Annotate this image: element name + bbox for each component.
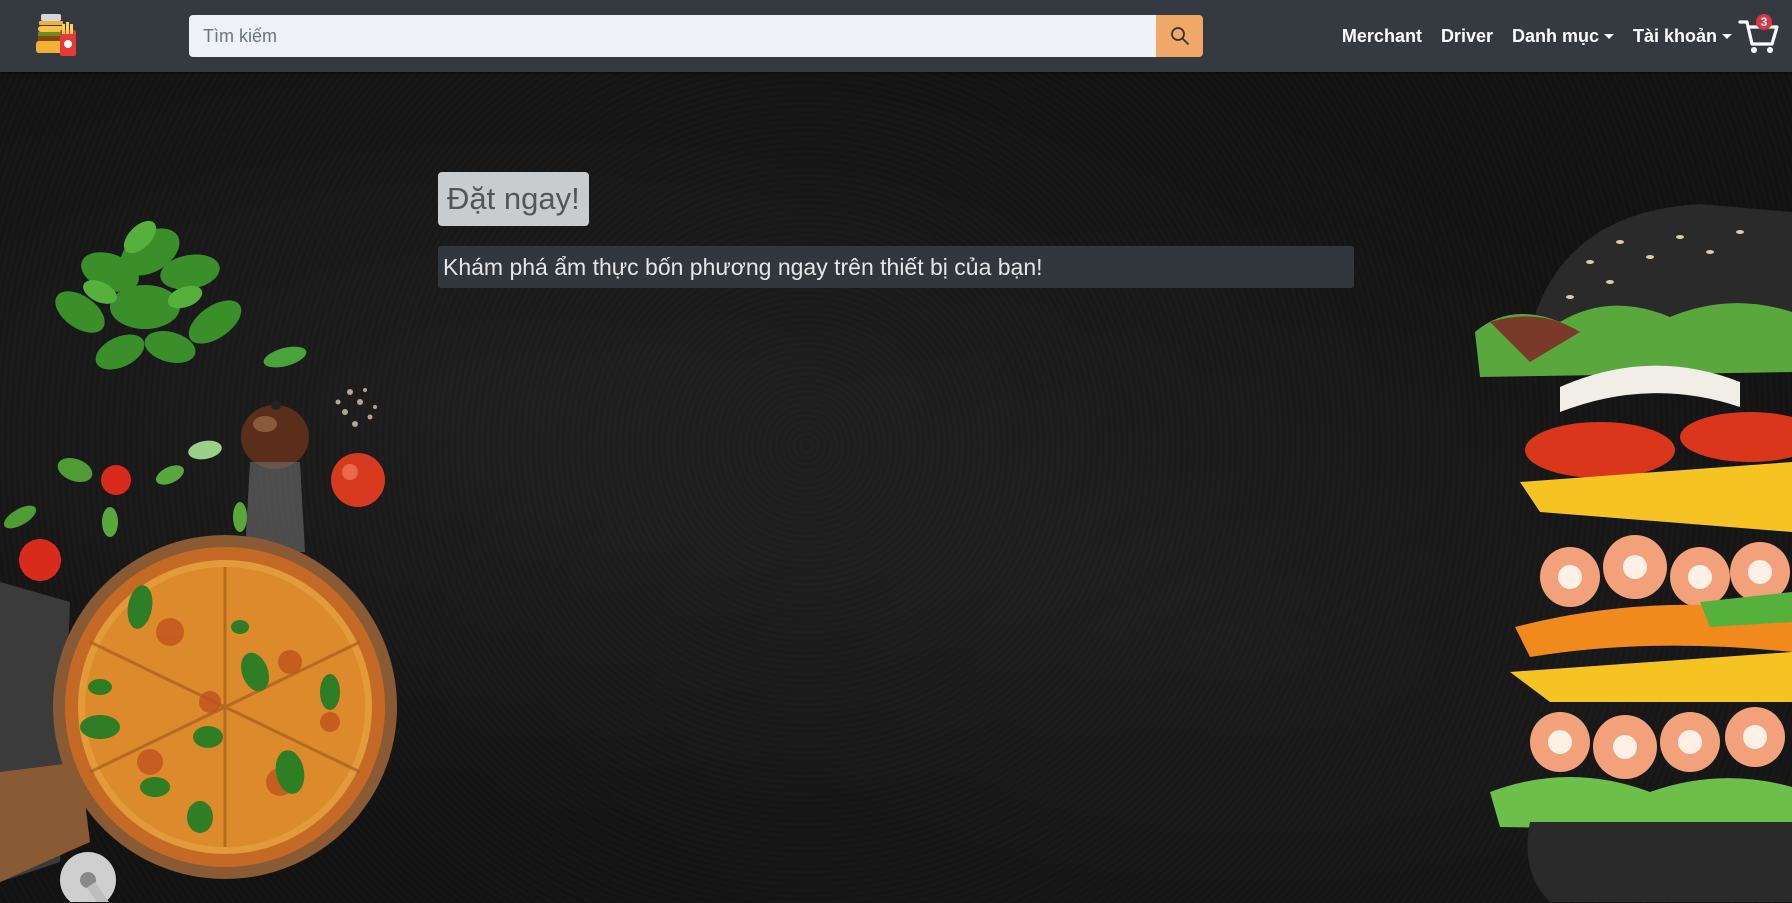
nav-driver[interactable]: Driver <box>1441 26 1493 47</box>
search-icon <box>1170 27 1189 45</box>
caret-down-icon <box>1722 33 1732 39</box>
search-button[interactable] <box>1156 15 1203 57</box>
hero-tagline: Khám phá ẩm thực bốn phương ngay trên th… <box>438 246 1354 288</box>
cart-count-badge: 3 <box>1756 14 1772 30</box>
logo-icon[interactable] <box>32 12 84 60</box>
burger-illustration <box>1475 204 1792 902</box>
nav-category-dropdown[interactable]: Danh mục <box>1512 26 1614 47</box>
search-input[interactable] <box>189 15 1156 57</box>
nav-links: Merchant Driver Danh mục Tài khoản <box>1342 0 1732 72</box>
cart-button[interactable]: 3 <box>1738 14 1780 56</box>
order-now-button[interactable]: Đặt ngay! <box>438 172 589 226</box>
search-bar <box>189 15 1203 57</box>
navbar: Merchant Driver Danh mục Tài khoản 3 <box>0 0 1792 72</box>
nav-category-label: Danh mục <box>1511 25 1599 46</box>
pizza-illustration <box>0 220 397 902</box>
nav-merchant[interactable]: Merchant <box>1342 26 1422 47</box>
hero-banner: Đặt ngay! Khám phá ẩm thực bốn phương ng… <box>0 72 1792 903</box>
nav-account-dropdown[interactable]: Tài khoản <box>1633 26 1732 47</box>
nav-account-label: Tài khoản <box>1632 25 1717 46</box>
caret-down-icon <box>1603 33 1614 39</box>
